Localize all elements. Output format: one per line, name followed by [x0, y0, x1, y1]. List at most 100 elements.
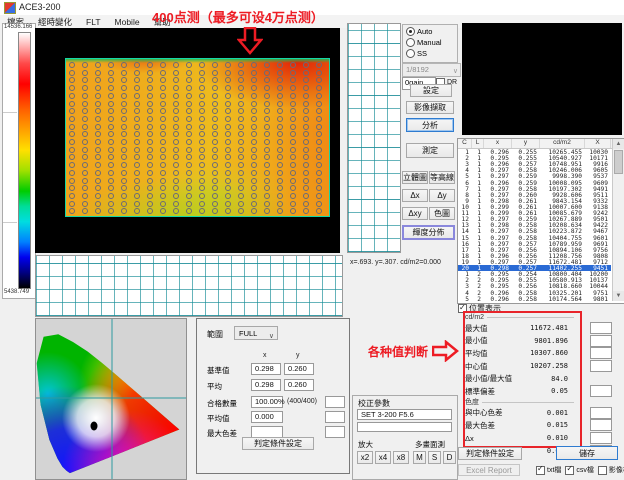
menu-item-Mobile[interactable]: Mobile: [108, 17, 147, 27]
checkbox-icon[interactable]: [536, 466, 545, 475]
mode-option-manual[interactable]: Manual: [403, 37, 457, 48]
zoom-x8-button[interactable]: x8: [393, 451, 409, 464]
analyze-button[interactable]: 分析: [406, 118, 454, 132]
measurement-point: [108, 108, 114, 114]
measurement-point: [173, 131, 179, 137]
color-map-button[interactable]: 色圖: [429, 207, 455, 220]
excel-report-button[interactable]: Excel Report: [458, 464, 520, 476]
stereo-map-button[interactable]: 立體圖: [402, 171, 428, 184]
scroll-up-icon[interactable]: ▲: [613, 139, 624, 149]
luminance-dist-button[interactable]: 輝度分佈: [402, 225, 455, 240]
measurement-point: [264, 116, 270, 122]
table-body[interactable]: 110.2960.25510265.45510030210.2950.25510…: [458, 149, 611, 302]
column-header-X[interactable]: X: [585, 139, 611, 148]
table-scrollbar[interactable]: ▲ ▼: [612, 139, 624, 301]
scroll-down-icon[interactable]: ▼: [613, 291, 624, 301]
measurement-point: [264, 101, 270, 107]
radio-icon[interactable]: [406, 27, 415, 36]
measurement-point: [95, 193, 101, 199]
column-header-x[interactable]: x: [484, 139, 512, 148]
scale-min-value: 5438.749: [4, 289, 29, 295]
measurement-point: [290, 193, 296, 199]
measurement-point: [199, 201, 205, 207]
multi-M-button[interactable]: M: [413, 451, 426, 464]
column-header-y[interactable]: y: [512, 139, 540, 148]
mode-option-auto[interactable]: Auto: [403, 26, 457, 37]
measurement-point: [303, 147, 309, 153]
measurement-point: [238, 162, 244, 168]
measurement-point: [134, 193, 140, 199]
zoom-x4-button[interactable]: x4: [375, 451, 391, 464]
multi-S-button[interactable]: S: [428, 451, 441, 464]
file-checkbox-csv檔[interactable]: csv檔: [565, 465, 594, 475]
measurement-point: [290, 154, 296, 160]
file-checkbox-影像檔[interactable]: 影像檔: [598, 465, 624, 475]
range-dropdown[interactable]: FULL ∨: [234, 326, 278, 340]
measurement-point: [121, 131, 127, 137]
judge-condition-button[interactable]: 判定條件設定: [242, 437, 314, 450]
contour-button[interactable]: 等高線: [429, 171, 455, 184]
measurement-point: [316, 201, 322, 207]
measurement-point: [225, 93, 231, 99]
measurement-point: [160, 208, 166, 214]
measurement-point: [316, 208, 322, 214]
radio-icon[interactable]: [406, 38, 415, 47]
measurement-point: [186, 124, 192, 130]
measurement-point: [69, 139, 75, 145]
measurement-point: [69, 101, 75, 107]
measurement-point: [264, 170, 270, 176]
measurement-point: [225, 70, 231, 76]
measure-button[interactable]: 測定: [406, 143, 454, 158]
checkbox-icon[interactable]: [598, 466, 607, 475]
radio-icon[interactable]: [406, 49, 415, 58]
measurement-point: [290, 85, 296, 91]
measurement-point: [212, 131, 218, 137]
column-header-C[interactable]: C: [458, 139, 472, 148]
checkbox-icon[interactable]: [565, 466, 574, 475]
measurement-point: [303, 170, 309, 176]
measurement-point: [290, 139, 296, 145]
luminance-heatmap[interactable]: [65, 58, 330, 217]
measurement-point: [225, 131, 231, 137]
scale-tick: [3, 112, 17, 113]
measurement-canvas[interactable]: [35, 28, 340, 253]
image-capture-button[interactable]: 影像擷取: [406, 101, 454, 114]
file-checkbox-txt檔[interactable]: txt檔: [536, 465, 561, 475]
footer-judge-button[interactable]: 判定條件設定: [458, 447, 522, 460]
menu-item-經時變化[interactable]: 經時變化: [31, 16, 79, 28]
file-checkbox-label: txt檔: [547, 465, 561, 475]
measurement-point: [108, 139, 114, 145]
delta-x-button[interactable]: Δx: [402, 189, 428, 202]
mode-option-ss[interactable]: SS: [403, 48, 457, 59]
column-header-cd/m2[interactable]: cd/m2: [540, 139, 585, 148]
multi-D-button[interactable]: D: [443, 451, 456, 464]
scrollbar-thumb[interactable]: [614, 150, 623, 174]
measurement-point: [69, 85, 75, 91]
measurement-point: [134, 116, 140, 122]
table-row[interactable]: 520.2960.25810174.5649801: [458, 296, 611, 302]
delta-y-button[interactable]: Δy: [429, 189, 455, 202]
column-header-L[interactable]: L: [472, 139, 484, 148]
measurement-point: [251, 162, 257, 168]
measurement-point: [277, 124, 283, 130]
calibration-title: 校正參數: [358, 398, 390, 409]
measurement-point: [316, 62, 322, 68]
menu-item-FLT[interactable]: FLT: [79, 17, 107, 27]
settings-button[interactable]: 設定: [410, 84, 452, 97]
measurement-point: [186, 93, 192, 99]
measurement-point: [264, 147, 270, 153]
measurement-point: [173, 70, 179, 76]
measurement-point: [108, 193, 114, 199]
measurement-point: [212, 170, 218, 176]
save-button[interactable]: 儲存: [556, 446, 618, 460]
shutter-dropdown[interactable]: 1/8192 ∨: [402, 63, 461, 77]
measurement-table[interactable]: CLxycd/m2X 110.2960.25510265.45510030210…: [457, 138, 624, 304]
calibration-set-field: SET 3-200 F5.6: [357, 409, 452, 420]
zoom-x2-button[interactable]: x2: [357, 451, 373, 464]
measurement-point: [147, 162, 153, 168]
measurement-point: [134, 147, 140, 153]
measurement-point: [212, 139, 218, 145]
measurement-point: [225, 77, 231, 83]
measurement-point: [69, 93, 75, 99]
delta-xy-button[interactable]: Δxy: [402, 207, 428, 220]
